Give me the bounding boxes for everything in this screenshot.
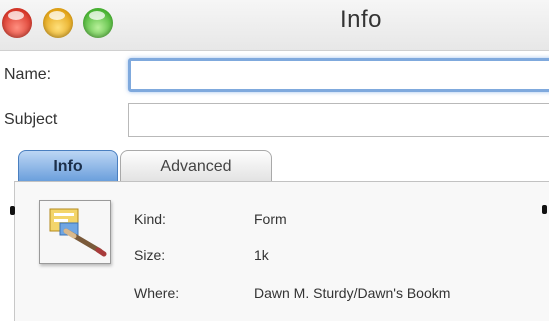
zoom-window-button[interactable] — [83, 8, 113, 38]
subject-input[interactable] — [128, 103, 549, 137]
minimize-window-button[interactable] — [43, 8, 73, 38]
where-label: Where: — [134, 285, 180, 301]
form-document-icon — [39, 200, 111, 264]
kind-value: Form — [254, 211, 287, 227]
title-bar: Info — [0, 0, 549, 51]
window-title: Info — [340, 6, 383, 33]
tab-advanced[interactable]: Advanced — [120, 150, 272, 182]
name-input[interactable] — [128, 58, 549, 92]
where-value: Dawn M. Sturdy/Dawn's Bookm — [254, 285, 451, 301]
panel-edge-marker-left — [10, 206, 15, 215]
subject-label: Subject — [4, 111, 58, 128]
tab-info[interactable]: Info — [18, 150, 118, 182]
name-label: Name: — [4, 66, 52, 83]
size-label: Size: — [134, 247, 166, 263]
size-value: 1k — [254, 247, 269, 263]
kind-label: Kind: — [134, 211, 166, 227]
close-window-button[interactable] — [2, 8, 32, 38]
panel-edge-marker-right — [542, 205, 547, 214]
